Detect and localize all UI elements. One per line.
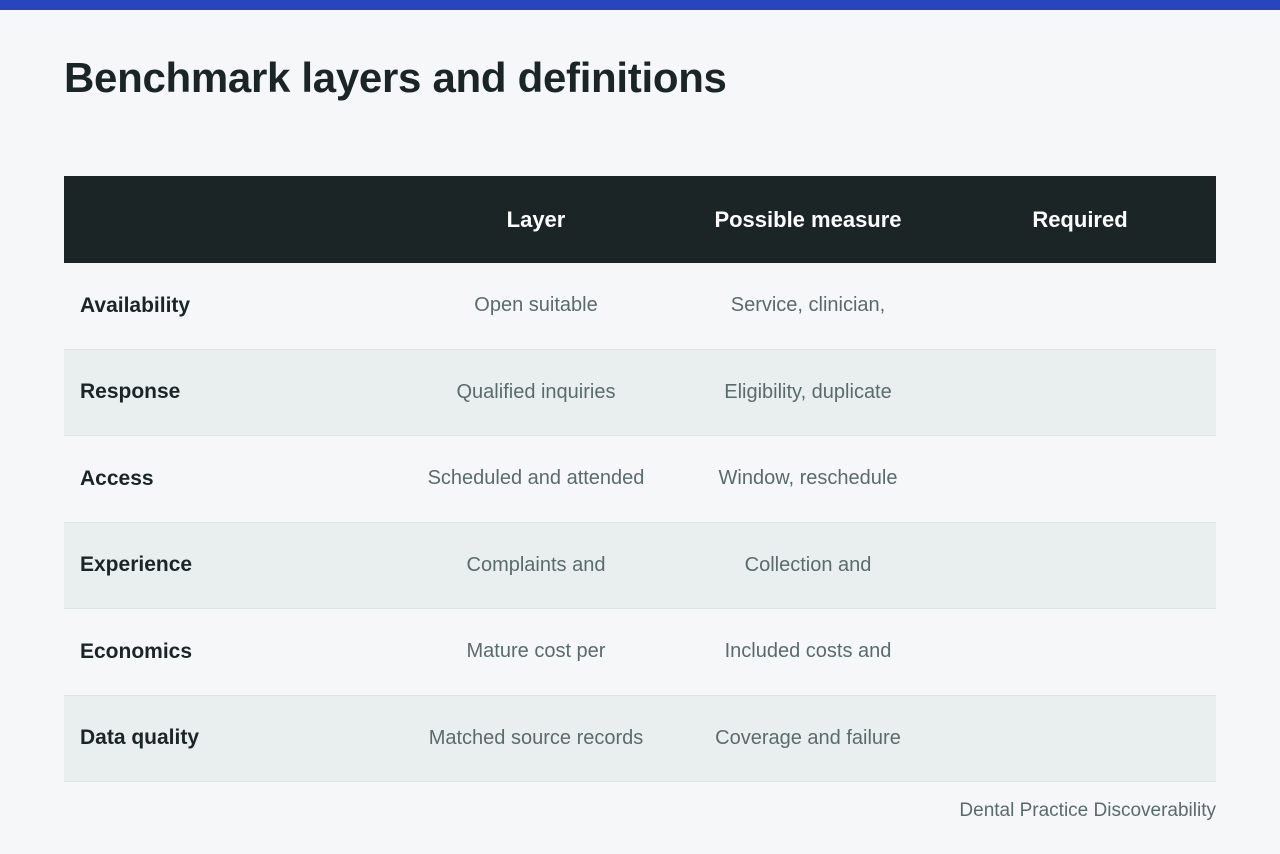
row-label: Response [80,380,181,404]
layer-cell: Mature cost per [466,640,606,663]
measure-cell: Coverage and failure [715,726,901,749]
top-accent-bar [0,0,1280,10]
row-label: Economics [80,639,193,663]
table-row: Economics Mature cost per Included costs… [64,609,1216,696]
row-label: Data quality [80,726,200,750]
row-label: Experience [80,553,193,577]
measure-cell: Service, clinician, [730,294,886,317]
layer-cell: Scheduled and attended [427,467,645,490]
table-header: Layer Possible measure Required [64,176,1216,263]
table-row: Experience Complaints and Collection and [64,522,1216,609]
table-row: Response Qualified inquiries Eligibility… [64,349,1216,436]
benchmark-table: Layer Possible measure Required Availabi… [64,176,1216,782]
table-row: Availability Open suitable Service, clin… [64,263,1216,350]
measure-cell: Included costs and [724,640,892,663]
measure-cell: Collection and [744,553,872,576]
row-label: Availability [80,293,191,317]
layer-cell: Qualified inquiries [456,380,616,403]
measure-cell: Eligibility, duplicate [724,380,892,403]
row-label: Access [80,466,154,490]
column-header-layer: Layer [506,206,566,232]
measure-cell: Window, reschedule [718,467,898,490]
source-footer: Dental Practice Discoverability [959,800,1216,821]
layer-cell: Matched source records [428,726,644,749]
layer-cell: Complaints and [466,553,606,576]
column-header-measure: Possible measure [714,206,902,232]
column-header-required: Required [1032,206,1128,232]
table-row: Access Scheduled and attended Window, re… [64,436,1216,523]
page-title: Benchmark layers and definitions [64,54,727,101]
layer-cell: Open suitable [474,294,598,317]
table-row: Data quality Matched source records Cove… [64,695,1216,782]
